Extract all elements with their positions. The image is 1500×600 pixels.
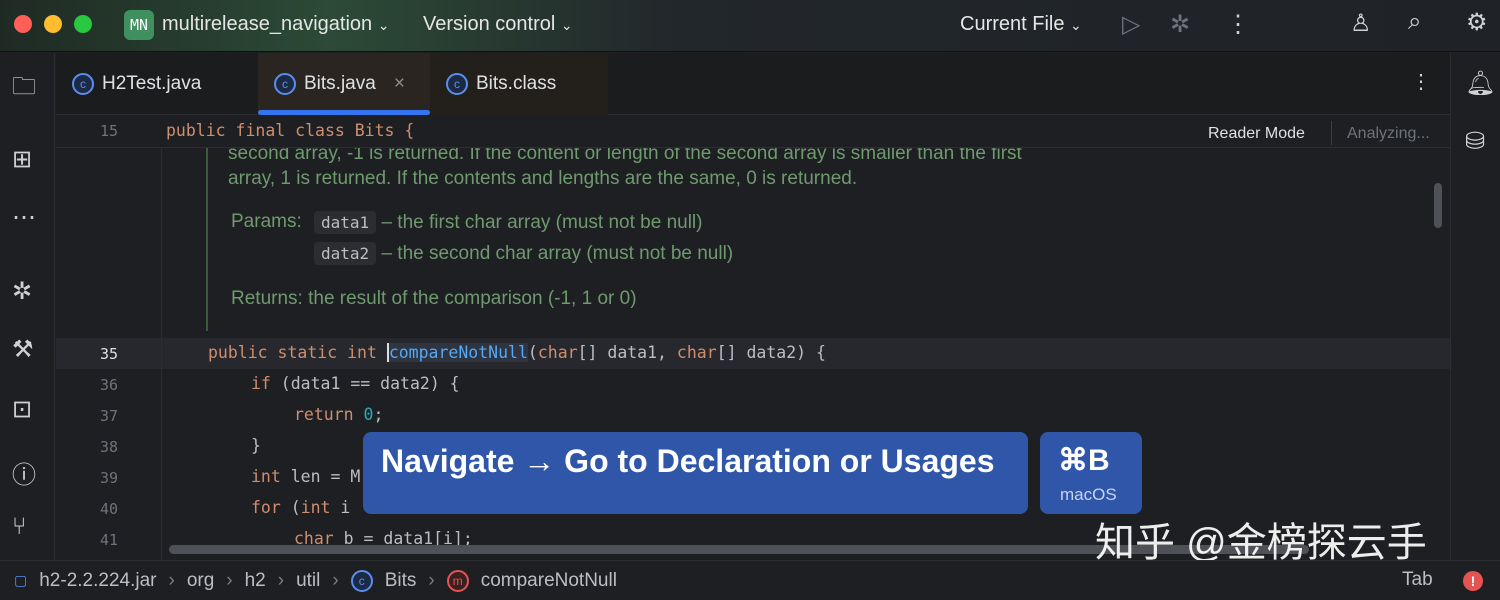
class-icon: c bbox=[274, 73, 296, 95]
shortcut-os: macOS bbox=[1060, 485, 1117, 504]
breadcrumb-item[interactable]: compareNotNull bbox=[481, 570, 617, 592]
indent-setting[interactable]: Tab bbox=[1402, 569, 1433, 591]
project-selector[interactable]: multirelease_navigation ⌄ bbox=[162, 13, 389, 36]
class-icon: c bbox=[72, 73, 94, 95]
line-number: 40 bbox=[99, 500, 118, 518]
shortcut-keys: ⌘B bbox=[1058, 444, 1110, 477]
vertical-scrollbar[interactable] bbox=[1434, 183, 1442, 228]
line-number: 15 bbox=[99, 122, 118, 140]
param-name: data2 bbox=[314, 242, 377, 265]
close-tab-icon[interactable]: × bbox=[394, 73, 405, 95]
status-bar: ▢ h2-2.2.224.jar › org › h2 › util › c Bits › … bbox=[0, 560, 1500, 600]
minimize-window-button[interactable] bbox=[44, 15, 62, 33]
left-tool-strip: 🗀 ⊞ ⋯ ✲ ⚒ ⊡ ⓘ ⑂ bbox=[0, 53, 55, 560]
problems-icon[interactable]: ⓘ bbox=[12, 455, 36, 490]
editor-tabs: c H2Test.java c Bits.java × c Bits.class ⋮ bbox=[56, 53, 1450, 115]
line-number: 39 bbox=[99, 469, 118, 487]
add-user-icon[interactable]: ♙ bbox=[1350, 9, 1372, 38]
breadcrumb-item[interactable]: org bbox=[187, 570, 214, 592]
sticky-line: public final class Bits { bbox=[166, 121, 414, 140]
tab-bits-class[interactable]: c Bits.class bbox=[430, 53, 608, 115]
param-desc: – the second char array (must not be nul… bbox=[381, 243, 734, 264]
tab-h2test[interactable]: c H2Test.java bbox=[56, 53, 256, 115]
code-line-38: } bbox=[251, 436, 261, 455]
code-line-39: int len = M bbox=[251, 467, 361, 486]
run-icon[interactable]: ▷ bbox=[1122, 10, 1140, 39]
more-icon[interactable]: ⋮ bbox=[1226, 10, 1250, 39]
tab-options-icon[interactable]: ⋮ bbox=[1411, 69, 1431, 94]
line-number: 35 bbox=[99, 345, 118, 363]
action-popup: Navigate → Go to Declaration or Usages bbox=[363, 432, 1028, 514]
rendered-javadoc: second array, -1 is returned. If the con… bbox=[206, 143, 1206, 331]
project-name: multirelease_navigation bbox=[162, 13, 373, 35]
terminal-icon[interactable]: ⊡ bbox=[12, 395, 32, 424]
returns-desc: the result of the comparison (-1, 1 or 0… bbox=[308, 288, 637, 309]
param-name: data1 bbox=[314, 211, 377, 234]
chevron-down-icon: ⌄ bbox=[377, 17, 390, 33]
code-line-36: if (data1 == data2) { bbox=[251, 374, 460, 393]
code-line-40: for (int i bbox=[251, 498, 351, 517]
tab-label: Bits.java bbox=[304, 73, 376, 94]
line-number: 37 bbox=[99, 407, 118, 425]
line-number: 41 bbox=[99, 531, 118, 549]
sticky-code: public final class Bits { bbox=[166, 121, 415, 140]
run-config-label: Current File bbox=[960, 13, 1065, 35]
class-icon: c bbox=[350, 569, 373, 592]
debug-tool-icon[interactable]: ✲ bbox=[12, 277, 32, 306]
analyzing-status: Analyzing... bbox=[1347, 125, 1430, 142]
code-line-37: return 0; bbox=[294, 405, 384, 424]
vcs-label: Version control bbox=[423, 13, 556, 35]
chevron-down-icon: ⌄ bbox=[560, 17, 573, 33]
params-label: Params: bbox=[231, 211, 302, 232]
code-line-35: public static int compareNotNull(char[] … bbox=[208, 343, 826, 362]
maximize-window-button[interactable] bbox=[74, 15, 92, 33]
search-icon[interactable]: ⌕ bbox=[1408, 8, 1421, 36]
run-config-selector[interactable]: Current File ⌄ bbox=[960, 13, 1082, 36]
tab-label: Bits.class bbox=[476, 73, 557, 94]
breadcrumb-item[interactable]: h2-2.2.224.jar bbox=[39, 570, 156, 592]
folder-icon[interactable]: 🗀 bbox=[12, 69, 36, 110]
tab-bits-java[interactable]: c Bits.java × bbox=[258, 53, 430, 115]
param-desc: – the first char array (must not be null… bbox=[381, 212, 703, 233]
reader-mode-button[interactable]: Reader Mode bbox=[1208, 125, 1305, 143]
title-bar: MN multirelease_navigation ⌄ Version con… bbox=[0, 0, 1500, 52]
line-number: 38 bbox=[99, 438, 118, 456]
right-tool-strip: 🔔︎ ⛁ bbox=[1450, 53, 1500, 560]
shortcut-popup: ⌘B macOS bbox=[1040, 432, 1142, 514]
breadcrumb-item[interactable]: Bits bbox=[385, 570, 417, 592]
method-icon: m bbox=[446, 569, 469, 592]
git-icon[interactable]: ⑂ bbox=[12, 513, 26, 541]
returns-label: Returns: bbox=[231, 288, 303, 309]
chevron-down-icon: ⌄ bbox=[1070, 17, 1082, 33]
vcs-selector[interactable]: Version control ⌄ bbox=[423, 13, 573, 36]
close-window-button[interactable] bbox=[14, 15, 32, 33]
module-icon: ▢ bbox=[14, 572, 28, 588]
project-badge: MN bbox=[124, 10, 154, 40]
structure-icon[interactable]: ⊞ bbox=[12, 145, 32, 174]
debug-icon[interactable]: ✲ bbox=[1170, 10, 1190, 39]
sticky-header: 15 public final class Bits { Reader Mode… bbox=[56, 115, 1450, 148]
doc-text: array, 1 is returned. If the contents an… bbox=[228, 168, 858, 189]
notifications-icon[interactable]: 🔔︎ bbox=[1465, 69, 1495, 98]
more-tools-icon[interactable]: ⋯ bbox=[12, 203, 36, 232]
build-icon[interactable]: ⚒ bbox=[12, 335, 34, 364]
breadcrumb-item[interactable]: h2 bbox=[245, 570, 266, 592]
class-icon: c bbox=[446, 73, 468, 95]
database-icon[interactable]: ⛁ bbox=[1465, 127, 1485, 156]
settings-icon[interactable]: ⚙ bbox=[1466, 8, 1488, 37]
action-name: Navigate → Go to Declaration or Usages bbox=[381, 443, 995, 479]
breadcrumb-item[interactable]: util bbox=[296, 570, 320, 592]
tab-label: H2Test.java bbox=[102, 73, 202, 94]
line-number: 36 bbox=[99, 376, 118, 394]
error-icon[interactable]: ! bbox=[1463, 571, 1483, 591]
